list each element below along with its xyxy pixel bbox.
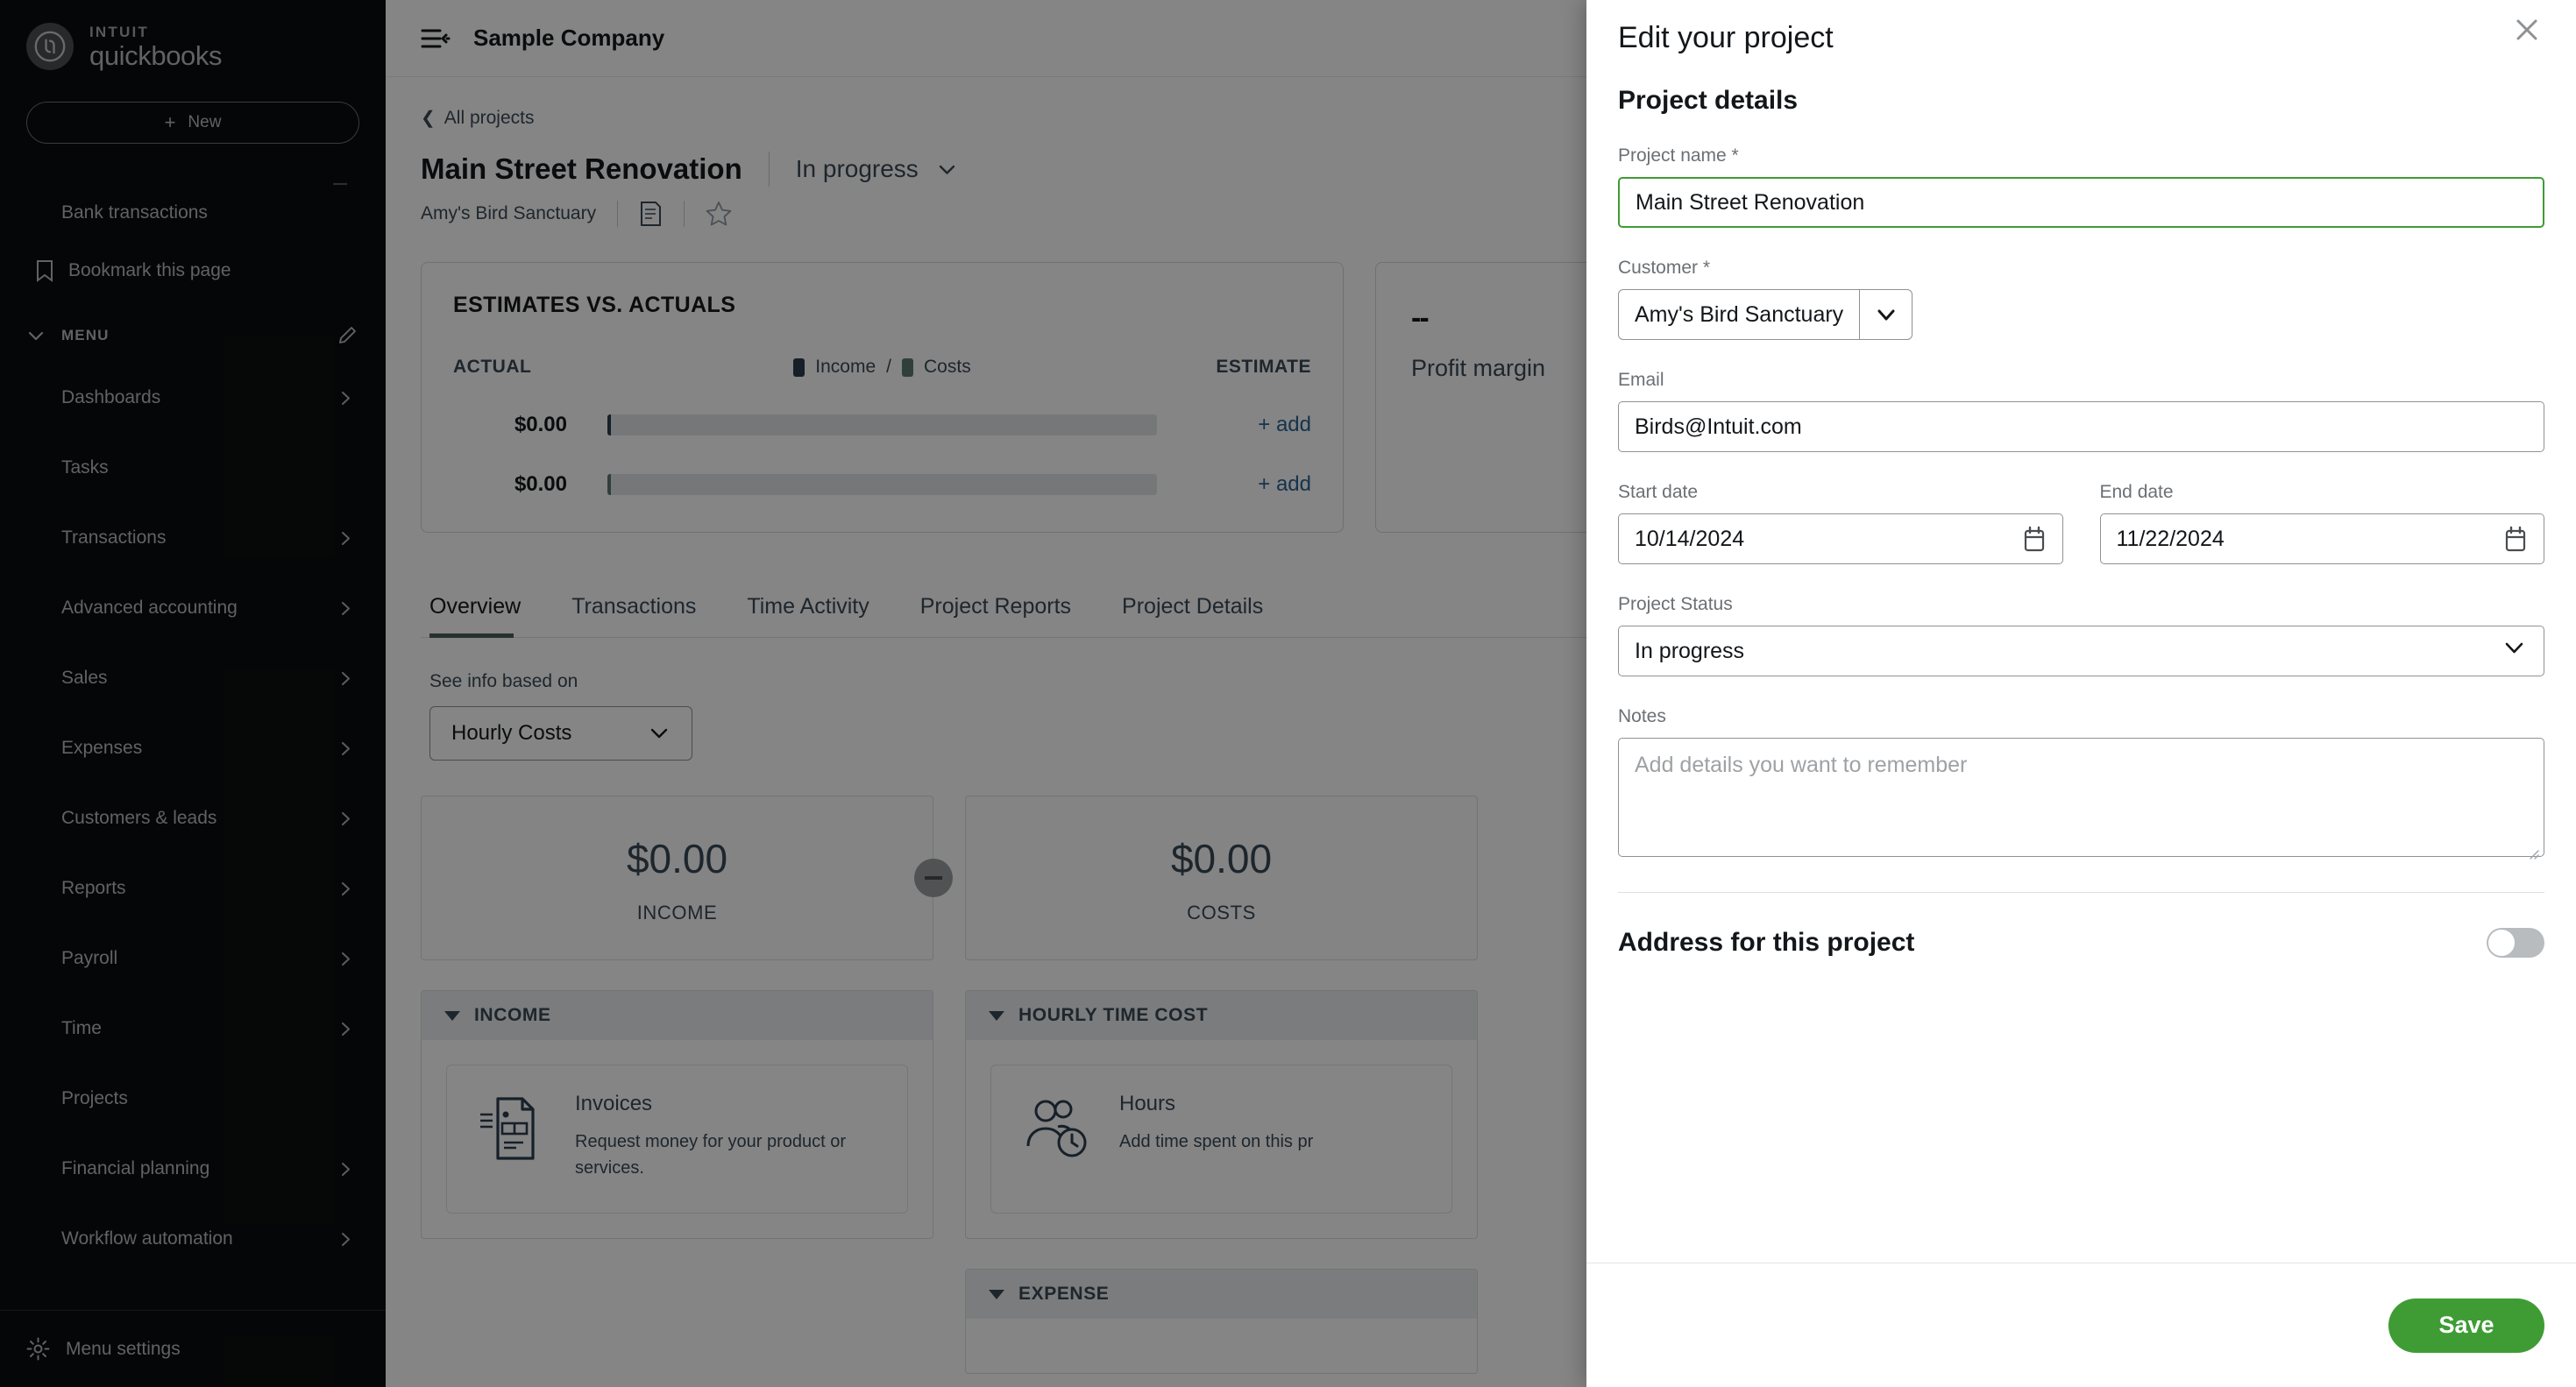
start-date-field: Start date 10/14/2024 xyxy=(1618,482,2063,564)
project-status-label: Project Status xyxy=(1618,594,1733,614)
email-value: Birds@Intuit.com xyxy=(1635,414,1802,439)
address-section-row: Address for this project xyxy=(1618,928,2544,965)
project-status-field: Project Status In progress xyxy=(1618,594,2544,676)
panel-footer: Save xyxy=(1586,1263,2576,1387)
project-name-label: Project name * xyxy=(1618,145,1739,166)
save-button[interactable]: Save xyxy=(2388,1298,2544,1353)
address-section-title: Address for this project xyxy=(1618,928,1915,957)
notes-placeholder: Add details you want to remember xyxy=(1635,753,1968,777)
edit-project-panel: Edit your project Project details Projec… xyxy=(1586,0,2576,1387)
customer-field: Customer * Amy's Bird Sanctuary xyxy=(1618,258,2544,340)
divider xyxy=(1618,892,2544,893)
panel-section-title: Project details xyxy=(1618,86,1799,115)
project-name-input[interactable]: Main Street Renovation xyxy=(1618,177,2544,228)
notes-label: Notes xyxy=(1618,706,1666,726)
chevron-down-icon xyxy=(2502,636,2526,666)
email-label: Email xyxy=(1618,370,1664,390)
project-status-value: In progress xyxy=(1635,638,1745,663)
panel-title: Edit your project xyxy=(1618,21,1834,54)
end-date-input[interactable]: 11/22/2024 xyxy=(2099,513,2544,564)
chevron-down-icon[interactable] xyxy=(1859,290,1912,339)
panel-header: Edit your project xyxy=(1618,0,2544,55)
end-date-label: End date xyxy=(2099,482,2174,502)
save-button-label: Save xyxy=(2438,1312,2494,1338)
close-icon[interactable] xyxy=(2509,12,2544,47)
project-status-select[interactable]: In progress xyxy=(1618,626,2544,676)
customer-label: Customer * xyxy=(1618,258,1711,278)
project-name-value: Main Street Renovation xyxy=(1636,189,1865,215)
email-input[interactable]: Birds@Intuit.com xyxy=(1618,401,2544,452)
calendar-icon[interactable] xyxy=(2503,526,2528,552)
calendar-icon[interactable] xyxy=(2022,526,2047,552)
address-toggle[interactable] xyxy=(2487,928,2544,958)
start-date-label: Start date xyxy=(1618,482,1699,502)
end-date-field: End date 11/22/2024 xyxy=(2099,482,2544,564)
start-date-value: 10/14/2024 xyxy=(1635,526,1745,551)
email-field: Email Birds@Intuit.com xyxy=(1618,370,2544,452)
resize-handle-icon[interactable] xyxy=(2527,840,2539,860)
screen: INTUIT quickbooks + New Bank transaction… xyxy=(0,0,2576,1387)
date-fields-row: Start date 10/14/2024 End date 11/22/202… xyxy=(1618,482,2544,564)
customer-value: Amy's Bird Sanctuary xyxy=(1635,301,1844,327)
notes-textarea[interactable]: Add details you want to remember xyxy=(1618,738,2544,860)
start-date-input[interactable]: 10/14/2024 xyxy=(1618,513,2063,564)
panel-scroll-area[interactable]: Edit your project Project details Projec… xyxy=(1586,0,2576,1263)
project-name-field: Project name * Main Street Renovation xyxy=(1618,145,2544,228)
notes-field: Notes Add details you want to remember xyxy=(1618,706,2544,860)
customer-dropdown[interactable]: Amy's Bird Sanctuary xyxy=(1618,289,1913,340)
end-date-value: 11/22/2024 xyxy=(2116,526,2225,551)
